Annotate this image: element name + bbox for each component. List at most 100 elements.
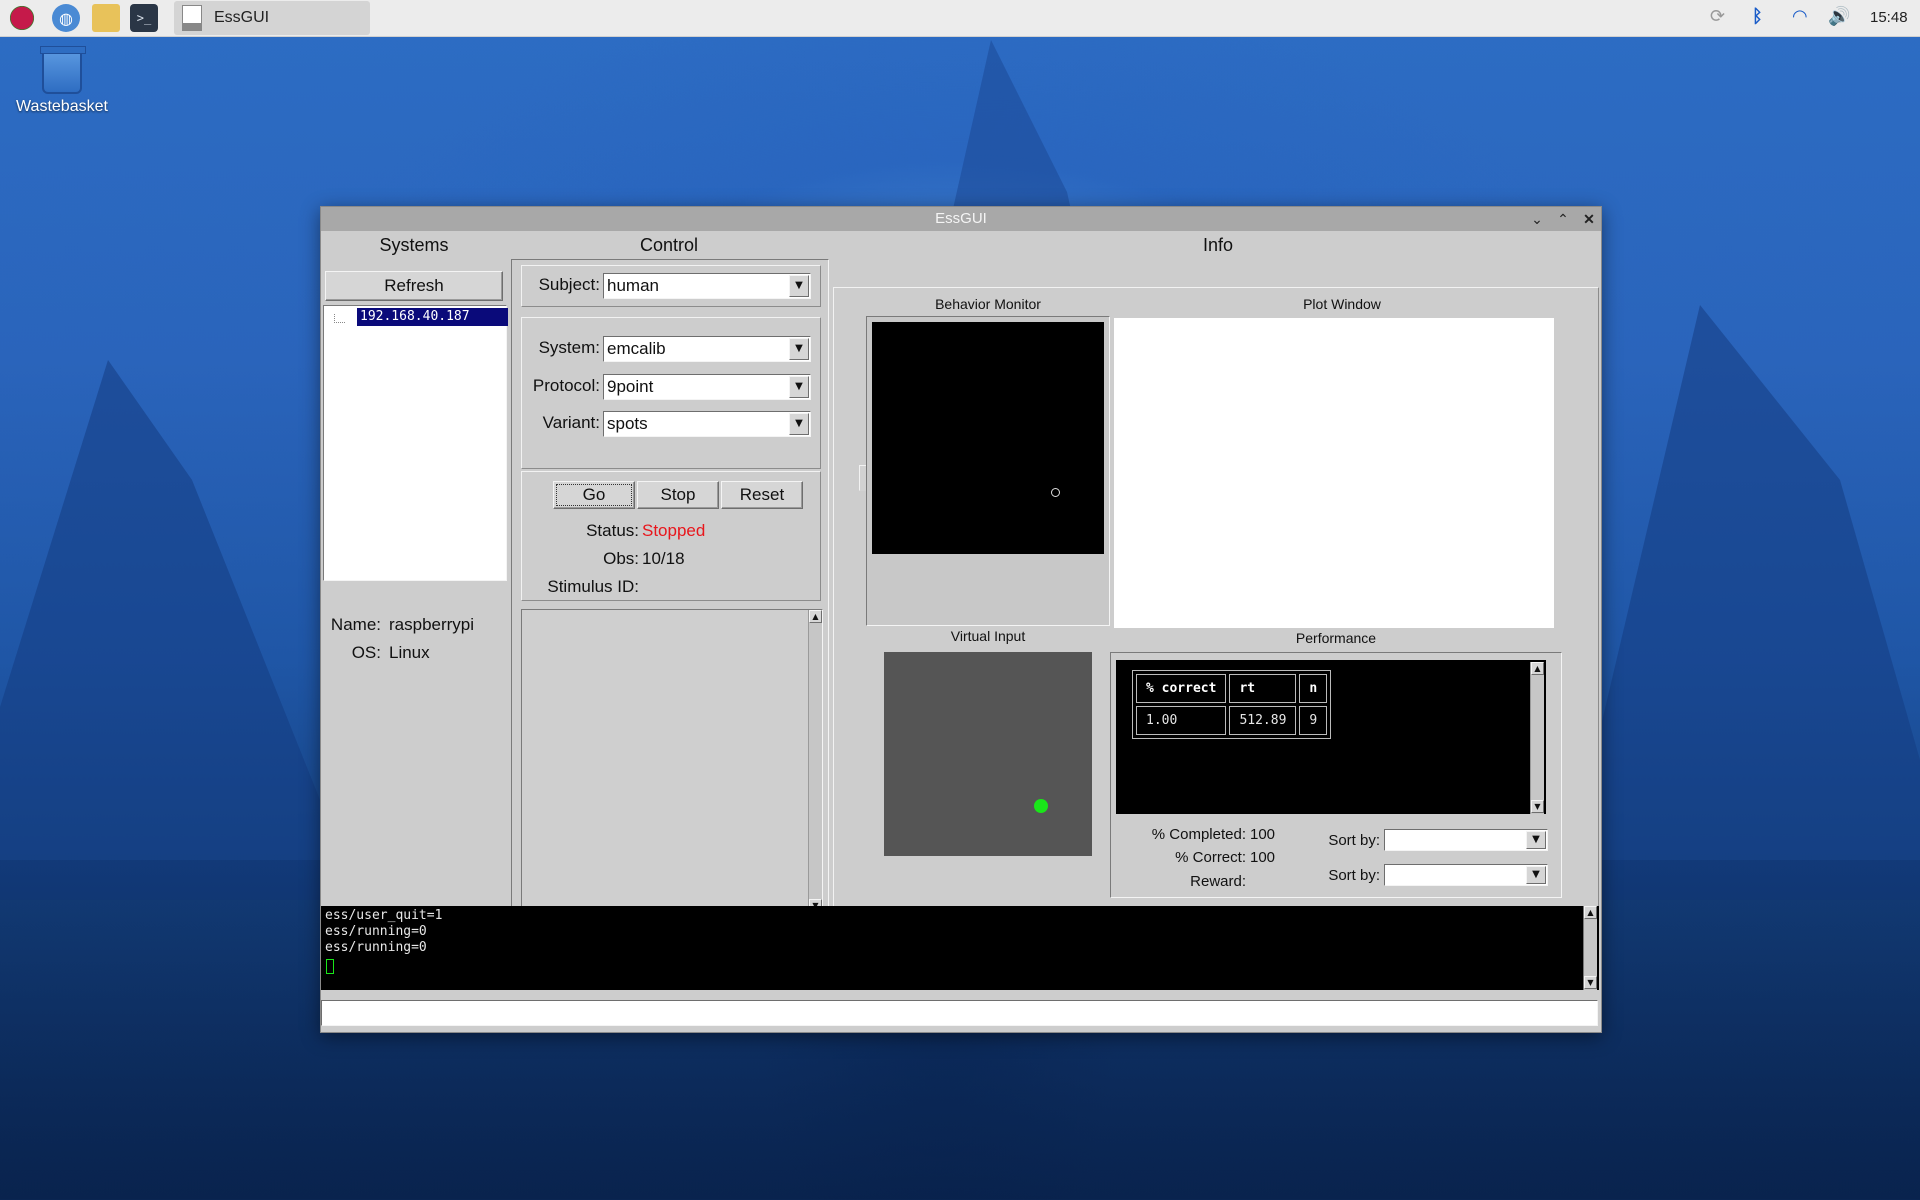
console-line: ess/running=0 xyxy=(325,940,427,955)
table-header-row: % correct rt n xyxy=(1136,674,1328,703)
wifi-icon[interactable]: ◠ xyxy=(1792,6,1808,30)
window-title: EssGUI xyxy=(935,210,987,227)
virtual-input-canvas[interactable] xyxy=(884,652,1092,856)
correct-label: % Correct: xyxy=(1175,849,1246,866)
gaze-marker xyxy=(1051,488,1060,497)
tree-item-system[interactable]: 192.168.40.187 xyxy=(357,308,508,326)
name-value: raspberrypi xyxy=(389,615,475,634)
document-icon xyxy=(182,5,202,31)
virtual-input-dot[interactable] xyxy=(1034,799,1048,813)
completed-label: % Completed: xyxy=(1151,826,1246,843)
taskbar: ◍ >_ EssGUI ⟳ ᛒ ◠ 🔊 15:48 xyxy=(0,0,1920,37)
stimulus-text-area[interactable]: ▲ ▼ ◀ ▶ xyxy=(521,609,823,931)
terminal-icon[interactable]: >_ xyxy=(130,4,158,32)
refresh-button[interactable]: Refresh xyxy=(325,271,503,301)
maximize-icon[interactable]: ⌃ xyxy=(1553,209,1573,229)
sync-icon[interactable]: ⟳ xyxy=(1710,6,1725,30)
subject-select[interactable]: human ▼ xyxy=(603,273,811,299)
background-mountain xyxy=(1560,305,1920,900)
correct-value: 100 xyxy=(1250,849,1276,866)
virtual-input-title: Virtual Input xyxy=(950,628,1026,644)
taskbar-task-essgui[interactable]: EssGUI xyxy=(174,1,370,35)
file-manager-icon[interactable] xyxy=(92,4,120,32)
subject-value: human xyxy=(607,276,659,295)
console-scrollbar[interactable]: ▲ ▼ xyxy=(1583,906,1597,990)
clock[interactable]: 15:48 xyxy=(1870,9,1908,26)
performance-scrollbar[interactable]: ▲ ▼ xyxy=(1530,662,1544,814)
plot-window-title: Plot Window xyxy=(1303,296,1381,312)
system-select[interactable]: emcalib ▼ xyxy=(603,336,811,362)
completed-value: 100 xyxy=(1250,826,1276,843)
plot-window-canvas[interactable] xyxy=(1114,318,1554,628)
close-icon[interactable]: ✕ xyxy=(1579,209,1599,229)
go-button[interactable]: Go xyxy=(553,481,635,509)
protocol-value: 9point xyxy=(607,377,654,396)
web-browser-icon[interactable]: ◍ xyxy=(52,4,80,32)
column-header: % correct xyxy=(1136,674,1227,703)
desktop-icon-wastebasket[interactable]: Wastebasket xyxy=(14,46,110,116)
control-heading: Control xyxy=(639,235,699,255)
chevron-down-icon[interactable]: ▼ xyxy=(789,275,809,297)
scroll-down-icon[interactable]: ▼ xyxy=(1531,800,1544,813)
os-value: Linux xyxy=(389,643,430,662)
sort-by-label: Sort by: xyxy=(1328,832,1380,849)
reset-button[interactable]: Reset xyxy=(721,481,803,509)
chevron-down-icon[interactable]: ▼ xyxy=(1526,866,1546,884)
subject-label: Subject: xyxy=(538,275,600,294)
scroll-up-icon[interactable]: ▲ xyxy=(809,610,822,623)
table-cell: 512.89 xyxy=(1229,706,1297,735)
table-row: 1.00 512.89 9 xyxy=(1136,706,1328,735)
scroll-up-icon[interactable]: ▲ xyxy=(1584,906,1597,919)
column-header: rt xyxy=(1229,674,1297,703)
bluetooth-icon[interactable]: ᛒ xyxy=(1752,6,1763,30)
chevron-down-icon[interactable]: ▼ xyxy=(1526,831,1546,849)
console-output[interactable]: ess/user_quit=1 ess/running=0 ess/runnin… xyxy=(321,906,1599,990)
chevron-down-icon[interactable]: ▼ xyxy=(789,338,809,360)
console-line: ess/user_quit=1 xyxy=(325,908,443,923)
reward-label: Reward: xyxy=(1190,873,1246,890)
table-cell: 1.00 xyxy=(1136,706,1227,735)
status-value: Stopped xyxy=(642,521,706,540)
system-label: System: xyxy=(538,338,600,357)
console-cursor xyxy=(326,959,334,974)
desktop-icon-label: Wastebasket xyxy=(16,98,108,115)
systems-heading: Systems xyxy=(379,235,449,255)
chevron-down-icon[interactable]: ▼ xyxy=(789,413,809,435)
system-value: emcalib xyxy=(607,339,666,358)
chevron-down-icon[interactable]: ▼ xyxy=(789,376,809,398)
info-heading: Info xyxy=(1202,235,1234,255)
os-label: OS: xyxy=(351,643,381,662)
stimulus-label: Stimulus ID: xyxy=(547,577,639,596)
minimize-icon[interactable]: ⌄ xyxy=(1527,209,1547,229)
window-titlebar[interactable]: EssGUI ⌄ ⌃ ✕ xyxy=(321,207,1601,231)
scroll-up-icon[interactable]: ▲ xyxy=(1531,662,1544,675)
variant-select[interactable]: spots ▼ xyxy=(603,411,811,437)
protocol-label: Protocol: xyxy=(532,376,600,395)
tree-connector xyxy=(334,314,345,323)
protocol-select[interactable]: 9point ▼ xyxy=(603,374,811,400)
sort-by-select-2[interactable]: ▼ xyxy=(1384,864,1548,886)
console-line: ess/running=0 xyxy=(325,924,427,939)
column-header: n xyxy=(1299,674,1328,703)
sort-by-label: Sort by: xyxy=(1328,867,1380,884)
behavior-monitor-title: Behavior Monitor xyxy=(935,296,1041,312)
systems-tree[interactable]: 192.168.40.187 xyxy=(323,305,508,581)
obs-label: Obs: xyxy=(603,549,639,568)
name-label: Name: xyxy=(330,615,381,634)
wastebasket-icon xyxy=(40,46,86,94)
sort-by-select-1[interactable]: ▼ xyxy=(1384,829,1548,851)
stop-button[interactable]: Stop xyxy=(637,481,719,509)
stimulus-vertical-scrollbar[interactable]: ▲ ▼ xyxy=(808,610,822,914)
background-mountain xyxy=(0,360,360,900)
taskbar-task-label: EssGUI xyxy=(214,9,270,26)
command-input[interactable] xyxy=(321,1000,1598,1026)
table-cell: 9 xyxy=(1299,706,1328,735)
behavior-monitor-canvas[interactable] xyxy=(872,322,1104,554)
performance-title: Performance xyxy=(1295,630,1377,646)
status-label: Status: xyxy=(586,521,639,540)
performance-table: % correct rt n 1.00 512.89 9 xyxy=(1132,670,1332,739)
scroll-down-icon[interactable]: ▼ xyxy=(1584,976,1597,989)
volume-icon[interactable]: 🔊 xyxy=(1828,6,1850,30)
obs-value: 10/18 xyxy=(642,549,685,568)
raspberry-menu-icon[interactable] xyxy=(8,4,36,32)
